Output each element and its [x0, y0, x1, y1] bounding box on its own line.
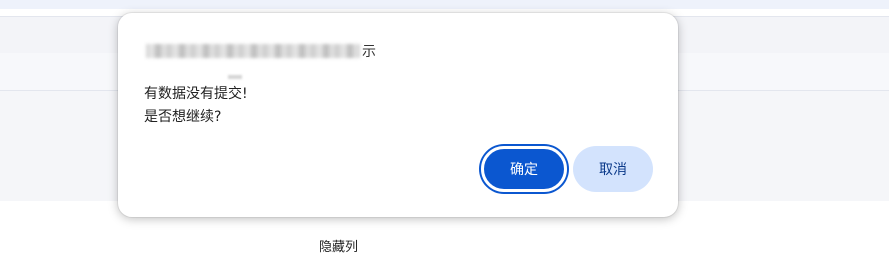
page: 隐藏列 示 有数据没有提交! 是否想继续? 确定 取消 [0, 0, 889, 273]
cancel-button-label: 取消 [599, 162, 627, 178]
ok-button[interactable]: 确定 [481, 146, 567, 192]
dialog-message-line1: 有数据没有提交! [144, 86, 248, 102]
page-top-bar [0, 0, 889, 9]
confirm-dialog: 示 有数据没有提交! 是否想继续? 确定 取消 [118, 13, 678, 217]
redacted-site-name [146, 44, 360, 58]
redacted-subtitle [228, 75, 242, 79]
dialog-message-line2: 是否想继续? [144, 109, 222, 125]
hide-columns-label[interactable]: 隐藏列 [319, 236, 358, 255]
dialog-title: 示 [146, 41, 376, 61]
dialog-title-suffix: 示 [362, 44, 376, 60]
cancel-button[interactable]: 取消 [573, 146, 653, 192]
ok-button-label: 确定 [510, 162, 538, 178]
